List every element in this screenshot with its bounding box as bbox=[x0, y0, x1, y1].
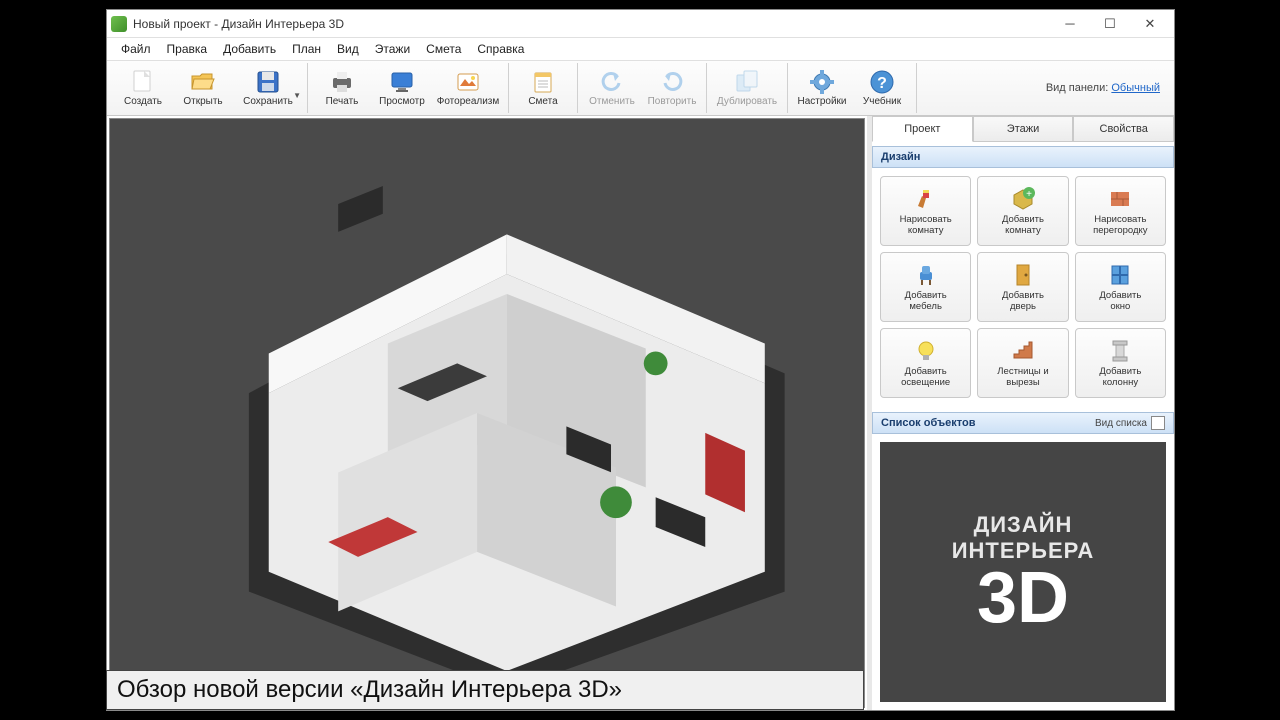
menu-help[interactable]: Справка bbox=[469, 40, 532, 58]
duplicate-icon bbox=[733, 69, 761, 95]
gear-icon bbox=[808, 69, 836, 95]
photorealism-button[interactable]: Фотореализм bbox=[432, 63, 504, 113]
add-column-button[interactable]: Добавить колонну bbox=[1075, 328, 1166, 398]
folder-open-icon bbox=[189, 69, 217, 95]
create-button[interactable]: Создать bbox=[113, 63, 173, 113]
door-icon bbox=[1008, 261, 1038, 289]
printer-icon bbox=[328, 69, 356, 95]
open-button[interactable]: Открыть bbox=[173, 63, 233, 113]
maximize-button[interactable]: ☐ bbox=[1090, 11, 1130, 37]
tab-properties[interactable]: Свойства bbox=[1073, 116, 1174, 142]
photo-icon bbox=[454, 69, 482, 95]
save-icon bbox=[254, 69, 282, 95]
save-button[interactable]: Сохранить ▼ bbox=[233, 63, 303, 113]
minimize-button[interactable]: ─ bbox=[1050, 11, 1090, 37]
menu-plan[interactable]: План bbox=[284, 40, 329, 58]
chair-icon bbox=[911, 261, 941, 289]
new-file-icon bbox=[129, 69, 157, 95]
redo-button[interactable]: Повторить bbox=[642, 63, 702, 113]
undo-icon bbox=[598, 69, 626, 95]
settings-button[interactable]: Настройки bbox=[792, 63, 852, 113]
window-icon bbox=[1105, 261, 1135, 289]
add-door-button[interactable]: Добавить дверь bbox=[977, 252, 1068, 322]
svg-text:?: ? bbox=[877, 75, 887, 92]
svg-text:+: + bbox=[1026, 189, 1032, 200]
add-lighting-button[interactable]: Добавить освещение bbox=[880, 328, 971, 398]
floorplan-render bbox=[110, 119, 864, 707]
redo-icon bbox=[658, 69, 686, 95]
menu-floors[interactable]: Этажи bbox=[367, 40, 418, 58]
menubar: Файл Правка Добавить План Вид Этажи Смет… bbox=[107, 38, 1174, 60]
tab-floors[interactable]: Этажи bbox=[973, 116, 1074, 142]
object-list-header: Список объектов Вид списка bbox=[872, 412, 1174, 434]
monitor-icon bbox=[388, 69, 416, 95]
preview-button[interactable]: Просмотр bbox=[372, 63, 432, 113]
app-icon bbox=[111, 16, 127, 32]
add-room-button[interactable]: + Добавить комнату bbox=[977, 176, 1068, 246]
promo-banner: ДИЗАЙН ИНТЕРЬЕРА 3D bbox=[880, 442, 1166, 702]
app-window: Новый проект - Дизайн Интерьера 3D ─ ☐ ✕… bbox=[106, 9, 1175, 711]
stairs-button[interactable]: Лестницы и вырезы bbox=[977, 328, 1068, 398]
draw-room-button[interactable]: Нарисовать комнату bbox=[880, 176, 971, 246]
menu-view[interactable]: Вид bbox=[329, 40, 367, 58]
video-caption: Обзор новой версии «Дизайн Интерьера 3D» bbox=[106, 670, 864, 710]
menu-edit[interactable]: Правка bbox=[159, 40, 216, 58]
close-button[interactable]: ✕ bbox=[1130, 11, 1170, 37]
print-button[interactable]: Печать bbox=[312, 63, 372, 113]
help-icon: ? bbox=[868, 69, 896, 95]
add-furniture-button[interactable]: Добавить мебель bbox=[880, 252, 971, 322]
side-panel: Проект Этажи Свойства Дизайн Нарисовать … bbox=[872, 116, 1174, 710]
menu-file[interactable]: Файл bbox=[113, 40, 159, 58]
design-panel-header: Дизайн bbox=[872, 146, 1174, 168]
column-icon bbox=[1105, 337, 1135, 365]
bulb-icon bbox=[911, 337, 941, 365]
toolbar: Создать Открыть Сохранить ▼ Печать Просм… bbox=[107, 60, 1174, 116]
tab-project[interactable]: Проект bbox=[872, 116, 973, 142]
add-window-button[interactable]: Добавить окно bbox=[1075, 252, 1166, 322]
viewport-3d[interactable] bbox=[109, 118, 865, 708]
dropdown-arrow-icon: ▼ bbox=[293, 91, 301, 100]
notepad-icon bbox=[529, 69, 557, 95]
menu-estimate[interactable]: Смета bbox=[418, 40, 469, 58]
window-title: Новый проект - Дизайн Интерьера 3D bbox=[133, 17, 1050, 31]
panel-mode: Вид панели: Обычный bbox=[1046, 82, 1168, 94]
menu-add[interactable]: Добавить bbox=[215, 40, 284, 58]
list-view-toggle[interactable] bbox=[1151, 416, 1165, 430]
wall-icon bbox=[1105, 185, 1135, 213]
duplicate-button[interactable]: Дублировать bbox=[711, 63, 783, 113]
undo-button[interactable]: Отменить bbox=[582, 63, 642, 113]
add-room-icon: + bbox=[1008, 185, 1038, 213]
draw-partition-button[interactable]: Нарисовать перегородку bbox=[1075, 176, 1166, 246]
estimate-button[interactable]: Смета bbox=[513, 63, 573, 113]
helpbook-button[interactable]: ? Учебник bbox=[852, 63, 912, 113]
titlebar: Новый проект - Дизайн Интерьера 3D ─ ☐ ✕ bbox=[107, 10, 1174, 38]
brush-icon bbox=[911, 185, 941, 213]
stairs-icon bbox=[1008, 337, 1038, 365]
panel-mode-link[interactable]: Обычный bbox=[1111, 82, 1160, 94]
